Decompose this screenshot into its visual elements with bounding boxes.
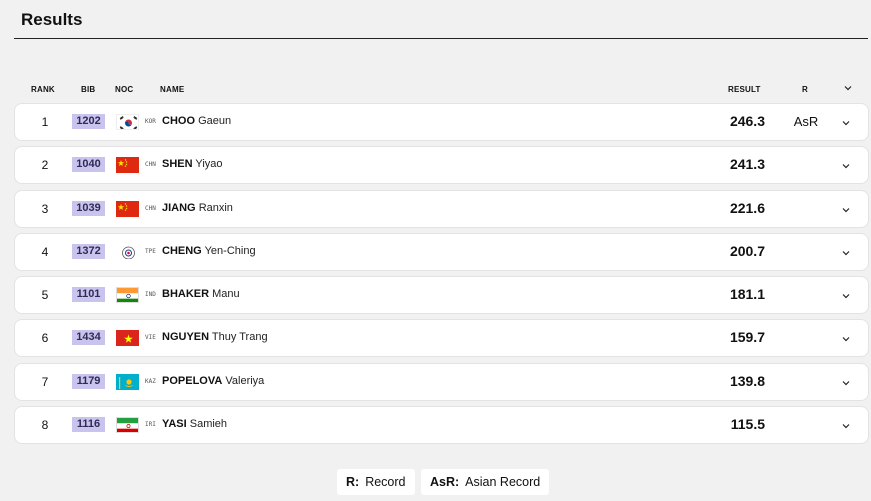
expand-row-chevron-icon[interactable] (840, 159, 852, 171)
result-row[interactable]: 3 1039 CHN JIANG Ranxin 221.6 (15, 190, 868, 227)
result-score: 241.3 (729, 156, 765, 173)
result-score: 200.7 (729, 242, 765, 259)
noc-code: IND (145, 291, 156, 299)
legend-chip-record: R: Record (337, 469, 415, 495)
result-row[interactable]: 2 1040 CHN SHEN Yiyao 241.3 (15, 147, 868, 184)
chn-flag-icon (116, 200, 139, 217)
expand-row-chevron-icon[interactable] (840, 376, 852, 388)
noc-code: CHN (145, 204, 156, 212)
bib-badge: 1116 (72, 417, 105, 433)
result-score: 159.7 (729, 329, 765, 346)
athlete-name: CHOO Gaeun (162, 115, 231, 127)
athlete-surname: BHAKER (162, 288, 210, 301)
result-row[interactable]: 1 1202 KOR CHOO Gaeun 246.3 AsR (15, 104, 868, 140)
bib-badge: 1372 (72, 243, 105, 259)
expand-row-chevron-icon[interactable] (840, 116, 852, 128)
result-score: 221.6 (729, 199, 765, 216)
tpe-flag-icon (116, 243, 139, 260)
record-badge: AsR (793, 114, 819, 129)
athlete-name: NGUYEN Thuy Trang (162, 331, 268, 343)
athlete-given-name: Manu (212, 288, 240, 301)
athlete-given-name: Ranxin (198, 201, 233, 214)
column-header-record: R (802, 85, 808, 94)
result-score: 181.1 (729, 286, 765, 303)
results-list: 1 1202 KOR CHOO Gaeun 246.3 AsR 2 1040 C… (15, 104, 868, 450)
bib-badge: 1101 (72, 287, 105, 303)
kor-flag-icon (116, 114, 139, 130)
expand-row-chevron-icon[interactable] (840, 289, 852, 301)
result-row[interactable]: 5 1101 IND BHAKER Manu 181.1 (15, 277, 868, 314)
bib-badge: 1434 (72, 330, 105, 346)
column-header-result: RESULT (728, 85, 761, 94)
athlete-name: SHEN Yiyao (162, 158, 223, 170)
athlete-name: BHAKER Manu (162, 288, 240, 300)
column-header-name: NAME (160, 85, 185, 94)
page-title: Results (21, 10, 83, 29)
rank: 6 (41, 331, 49, 346)
expand-row-chevron-icon[interactable] (840, 246, 852, 258)
bib-badge: 1039 (72, 200, 105, 216)
athlete-name: YASI Samieh (162, 418, 227, 430)
rank: 5 (41, 288, 49, 303)
athlete-given-name: Gaeun (198, 115, 232, 127)
result-score: 115.5 (730, 416, 765, 433)
vie-flag-icon (116, 330, 139, 347)
column-header-noc: NOC (115, 85, 134, 94)
noc-code: CHN (145, 161, 156, 169)
athlete-surname: SHEN (162, 158, 193, 171)
athlete-surname: NGUYEN (162, 331, 210, 344)
column-header-bib: BIB (81, 85, 96, 94)
legend-label: Asian Record (465, 475, 541, 489)
athlete-name: POPELOVA Valeriya (162, 375, 264, 387)
expand-all-chevron-icon[interactable] (842, 82, 854, 96)
athlete-surname: CHENG (162, 244, 202, 257)
result-score: 139.8 (729, 372, 765, 389)
record-legend: R: Record AsR: Asian Record (0, 469, 871, 495)
legend-chip-asian-record: AsR: Asian Record (421, 469, 550, 495)
expand-row-chevron-icon[interactable] (840, 419, 852, 431)
result-row[interactable]: 6 1434 VIE NGUYEN Thuy Trang 159.7 (15, 320, 868, 357)
result-row[interactable]: 7 1179 KAZ POPELOVA Valeriya 139.8 (15, 363, 868, 400)
expand-row-chevron-icon[interactable] (840, 332, 852, 344)
noc-code: KOR (145, 118, 156, 125)
athlete-given-name: Thuy Trang (211, 331, 268, 344)
result-score: 246.3 (729, 113, 765, 129)
athlete-given-name: Yen-Ching (204, 244, 256, 257)
legend-key: AsR: (430, 475, 460, 489)
athlete-surname: CHOO (162, 115, 195, 127)
noc-code: TPE (145, 247, 156, 255)
athlete-surname: JIANG (162, 201, 196, 214)
title-divider (14, 38, 868, 39)
noc-code: IRI (145, 421, 156, 429)
rank: 1 (41, 115, 49, 129)
result-row[interactable]: 8 1116 IRI YASI Samieh 115.5 (15, 407, 868, 444)
legend-key: R: (346, 475, 360, 489)
bib-badge: 1040 (72, 157, 105, 173)
results-table-header: RANK BIB NOC NAME RESULT R (14, 82, 868, 98)
noc-code: KAZ (145, 377, 156, 385)
athlete-surname: YASI (162, 418, 187, 431)
athlete-name: CHENG Yen-Ching (162, 245, 256, 257)
noc-code: VIE (145, 334, 156, 342)
ind-flag-icon (116, 287, 139, 304)
rank: 2 (41, 158, 49, 173)
rank: 3 (41, 201, 49, 216)
athlete-given-name: Samieh (189, 418, 228, 431)
athlete-given-name: Yiyao (195, 158, 223, 171)
rank: 8 (41, 418, 49, 433)
result-row[interactable]: 4 1372 TPE CHENG Yen-Ching 200.7 (15, 233, 868, 270)
bib-badge: 1202 (72, 114, 105, 129)
kaz-flag-icon (116, 373, 139, 390)
rank: 4 (41, 244, 49, 259)
legend-label: Record (365, 475, 406, 489)
column-header-rank: RANK (31, 85, 55, 94)
expand-row-chevron-icon[interactable] (840, 203, 852, 215)
chn-flag-icon (116, 157, 139, 174)
athlete-name: JIANG Ranxin (162, 202, 233, 214)
iri-flag-icon (116, 417, 139, 434)
rank: 7 (41, 374, 49, 389)
bib-badge: 1179 (72, 373, 105, 389)
athlete-surname: POPELOVA (162, 374, 223, 387)
athlete-given-name: Valeriya (225, 374, 265, 387)
